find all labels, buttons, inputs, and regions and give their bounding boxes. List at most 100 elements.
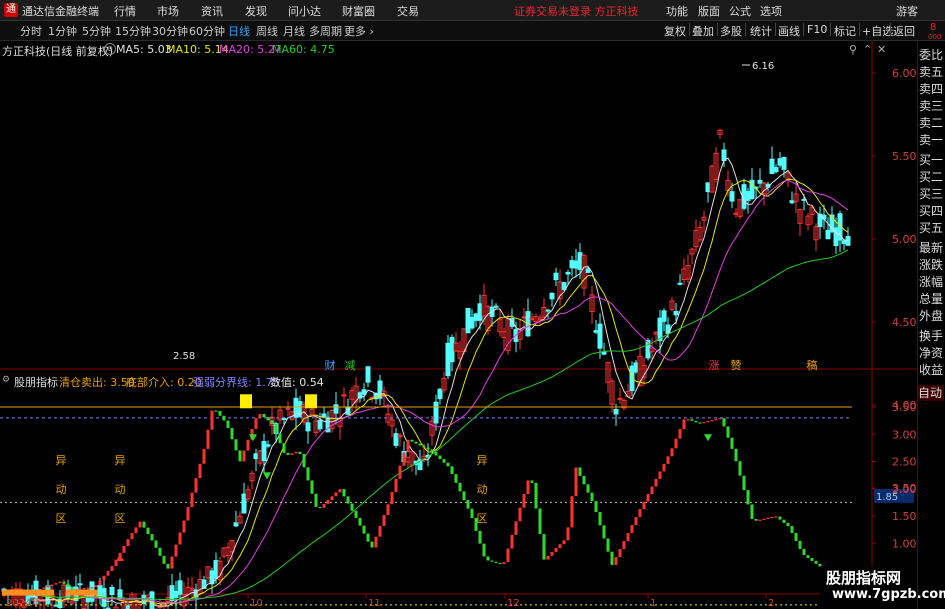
indicator-bar <box>738 461 742 476</box>
tool-back-button[interactable]: 返回 <box>893 23 915 39</box>
candle-body <box>781 157 787 170</box>
rp-item-sell2[interactable]: 卖二 <box>919 116 944 130</box>
legend-buy: 底部介入: 0.20 <box>126 376 202 389</box>
tool-draw-button[interactable]: 画线 <box>778 23 800 39</box>
menu-item-quotes[interactable]: 行情 <box>114 3 136 19</box>
menu-item-news[interactable]: 资讯 <box>201 3 223 19</box>
rp-item-committee[interactable]: 委比 <box>919 48 944 62</box>
period-tab-multi[interactable]: 多周期 <box>309 23 342 39</box>
indicator-chart[interactable] <box>0 394 852 606</box>
rp-item-buy4[interactable]: 买四 <box>919 204 944 218</box>
period-tab-1min[interactable]: 1分钟 <box>48 23 77 39</box>
bottom-signal-block <box>38 589 42 596</box>
rp-item-outer[interactable]: 外盘 <box>919 309 944 323</box>
auto-button[interactable]: 自动 <box>918 385 944 401</box>
indicator-bar <box>434 451 438 456</box>
period-tab-weekly[interactable]: 周线 <box>256 23 278 39</box>
candle-body <box>553 272 559 281</box>
menu-item-market[interactable]: 市场 <box>157 3 179 19</box>
rp-item-change-pct[interactable]: 涨幅 <box>919 275 944 289</box>
indicator-bar <box>378 525 382 537</box>
ma60-legend: MA60: 4.75 <box>272 43 335 56</box>
indicator-bar <box>598 512 602 526</box>
bottom-signal-block <box>46 589 50 596</box>
indicator-bar <box>270 420 274 425</box>
indicator-bar <box>94 585 98 588</box>
period-tab-30min[interactable]: 30分钟 <box>152 23 188 39</box>
kline-chart-area[interactable]: 6.005.505.004.504.003.503.006.162.58财减涨赞… <box>0 41 945 609</box>
rp-item-sell1[interactable]: 卖一 <box>919 133 944 147</box>
candle-body <box>365 366 371 383</box>
down-arrow-icon <box>704 434 712 442</box>
indicator-bar <box>582 475 586 485</box>
rp-item-turnover[interactable]: 换手 <box>919 329 944 343</box>
tool-add-watchlist-button[interactable]: +自选 <box>862 23 893 39</box>
indicator-bar <box>218 410 222 416</box>
rp-item-volume[interactable]: 总量 <box>919 292 944 306</box>
tool-overlay-button[interactable]: 叠加 <box>692 23 714 39</box>
menu-item-formula[interactable]: 公式 <box>729 3 751 19</box>
candle-body <box>177 580 183 595</box>
close-icon[interactable]: ✕ <box>877 43 886 56</box>
indicator-bar <box>258 413 262 419</box>
settings-circle-icon[interactable]: ⚙ <box>104 43 116 55</box>
zoom-magnifier-icon[interactable]: ⚲ <box>849 43 857 56</box>
login-notice[interactable]: 证券交易未登录 方正科技 <box>514 3 639 19</box>
indicator-settings-icon[interactable]: ⚙ <box>2 375 10 385</box>
indicator-bar <box>170 556 174 569</box>
rp-item-last[interactable]: 最新 <box>919 241 944 255</box>
period-tab-daily[interactable]: 日线 <box>228 23 250 39</box>
rp-item-buy1[interactable]: 买一 <box>919 153 944 167</box>
rp-item-earnings[interactable]: 收益 <box>919 363 944 377</box>
period-tab-15min[interactable]: 15分钟 <box>115 23 151 39</box>
indicator-bar <box>310 480 314 494</box>
bottom-signal-block <box>6 589 10 596</box>
rp-item-buy2[interactable]: 买二 <box>919 170 944 184</box>
menu-item-function[interactable]: 功能 <box>666 3 688 19</box>
indicator-bar <box>634 517 638 526</box>
rp-item-buy3[interactable]: 买三 <box>919 187 944 201</box>
candle-body <box>745 190 751 201</box>
period-tab-60min[interactable]: 60分钟 <box>189 23 225 39</box>
indicator-bar <box>814 560 818 564</box>
indicator-bar <box>722 418 726 427</box>
menu-item-layout[interactable]: 版面 <box>698 3 720 19</box>
tool-stats-button[interactable]: 统计 <box>750 23 772 39</box>
rp-item-sell3[interactable]: 卖三 <box>919 99 944 113</box>
period-tab-timeshare[interactable]: 分时 <box>20 23 42 39</box>
indicator-bar <box>706 421 710 423</box>
sell-signal-block <box>305 394 311 409</box>
rp-item-buy5[interactable]: 买五 <box>919 221 944 235</box>
tool-f10-button[interactable]: F10 <box>807 23 827 36</box>
indicator-bar <box>718 418 722 420</box>
collapse-chevron-icon[interactable]: ⌃ <box>863 43 872 56</box>
period-tab-5min[interactable]: 5分钟 <box>82 23 111 39</box>
tool-multistock-button[interactable]: 多股 <box>720 23 742 39</box>
period-tab-more[interactable]: 更多 › <box>344 23 374 39</box>
menu-item-wealth-circle[interactable]: 财富圈 <box>342 3 375 19</box>
rp-item-change[interactable]: 涨跌 <box>919 258 944 272</box>
menu-item-options[interactable]: 选项 <box>760 3 782 19</box>
rp-item-sell4[interactable]: 卖四 <box>919 82 944 96</box>
indicator-bar <box>794 532 798 541</box>
menu-item-trade[interactable]: 交易 <box>397 3 419 19</box>
sub-axis-label: 3.50 <box>892 401 917 414</box>
candlestick-chart[interactable] <box>1 64 851 609</box>
indicator-bar <box>86 587 90 589</box>
candle-body <box>465 307 471 334</box>
menu-item-ask[interactable]: 问小达 <box>288 3 321 19</box>
menu-item-discover[interactable]: 发现 <box>245 3 267 19</box>
menu-item-guest[interactable]: 游客 <box>896 3 918 19</box>
indicator-bar <box>482 543 486 557</box>
indicator-bar <box>406 439 410 453</box>
indicator-bar <box>562 540 566 545</box>
rp-item-net-assets[interactable]: 净资 <box>919 346 944 360</box>
period-tab-monthly[interactable]: 月线 <box>283 23 305 39</box>
toolbar-divider <box>859 23 860 36</box>
indicator-bar <box>638 509 642 518</box>
tool-mark-button[interactable]: 标记 <box>834 23 856 39</box>
bottom-signal-block <box>70 589 74 596</box>
rp-item-sell5[interactable]: 卖五 <box>919 65 944 79</box>
tool-adjust-button[interactable]: 复权 <box>664 23 686 39</box>
indicator-name[interactable]: 股朋指标 <box>14 374 58 390</box>
